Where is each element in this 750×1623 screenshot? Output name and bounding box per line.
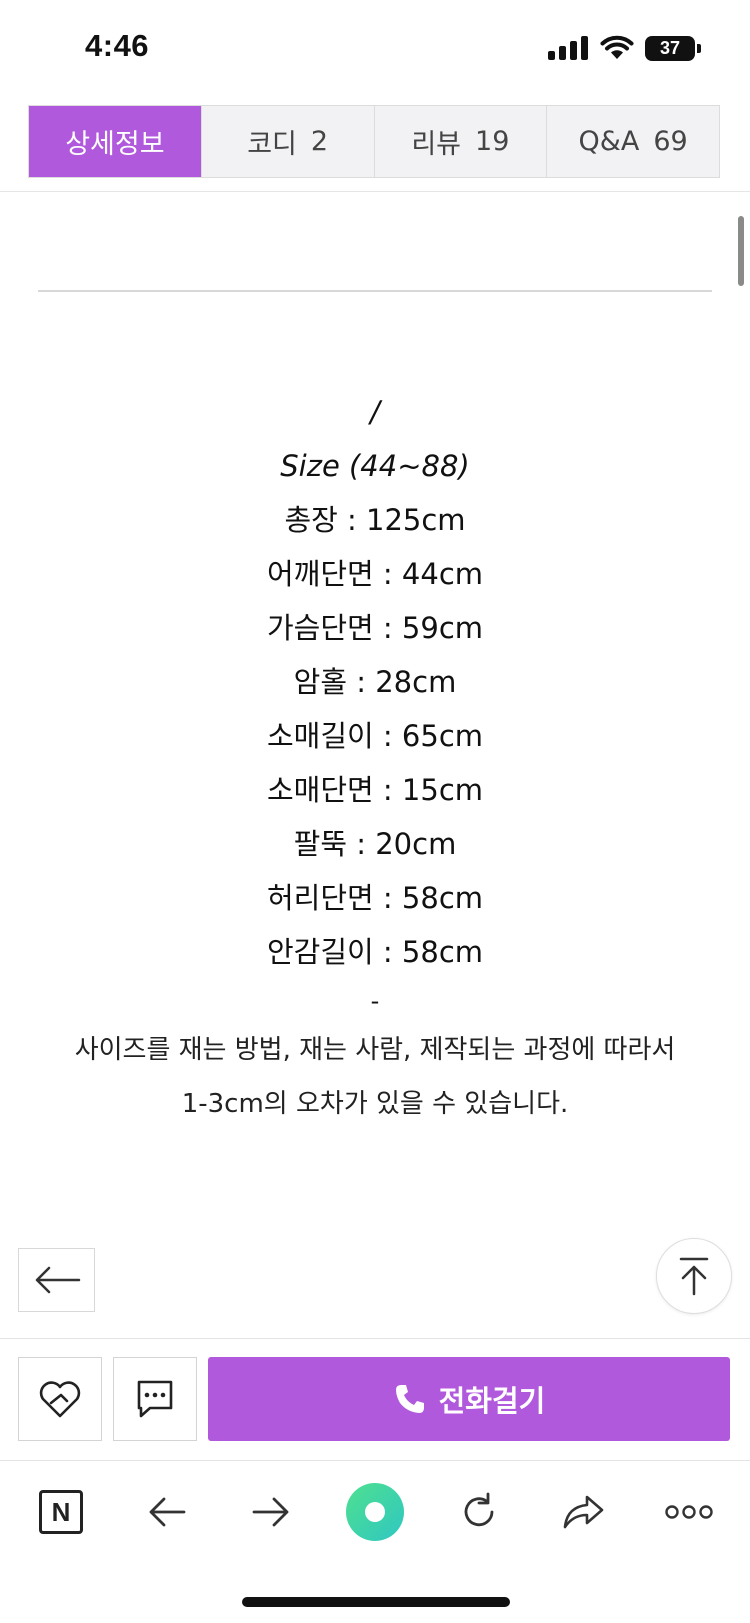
tab-coordi[interactable]: 코디 2 [200, 106, 374, 177]
slash-text: / [370, 395, 380, 429]
status-bar: 4:46 37 [0, 0, 750, 100]
tab-details-label: 상세정보 [65, 129, 165, 160]
refresh-button[interactable] [449, 1482, 509, 1542]
naver-home-button[interactable]: N [31, 1482, 91, 1542]
measurement-shoulder: 어깨단면 : 44cm [266, 557, 484, 591]
tab-reviews-label: 리뷰 [411, 129, 462, 160]
size-heading: Size (44~88) [280, 449, 470, 483]
heart-handshake-icon [39, 1381, 81, 1418]
tab-qna-count: 69 [653, 126, 688, 157]
back-arrow-icon [35, 1266, 80, 1294]
call-button-label: 전화걸기 [438, 1384, 546, 1418]
cellular-signal-icon [548, 36, 588, 60]
green-dot-button[interactable] [345, 1482, 405, 1542]
status-time: 4:46 [85, 28, 150, 63]
measurement-waist: 허리단면 : 58cm [266, 881, 484, 915]
more-icon [665, 1505, 713, 1519]
measurement-upper-arm: 팔뚝 : 20cm [293, 827, 457, 861]
green-dot-icon [346, 1483, 404, 1541]
tab-reviews-count: 19 [475, 126, 510, 157]
measurement-sleeve-width: 소매단면 : 15cm [266, 773, 484, 807]
tab-qna[interactable]: Q&A 69 [546, 106, 719, 177]
measurement-sleeve-length: 소매길이 : 65cm [266, 719, 484, 753]
forward-arrow-icon [252, 1497, 289, 1527]
tab-reviews[interactable]: 리뷰 19 [373, 106, 547, 177]
scrollbar[interactable] [738, 216, 744, 286]
chat-bubble-icon [137, 1380, 173, 1418]
refresh-icon [464, 1492, 494, 1527]
home-indicator[interactable] [242, 1597, 510, 1607]
size-details: / Size (44~88) 총장 : 125cm 어깨단면 : 44cm 가슴… [0, 385, 750, 1131]
browser-forward-button[interactable] [241, 1482, 301, 1542]
naver-n-icon: N [39, 1490, 83, 1534]
chat-button[interactable] [113, 1357, 197, 1441]
tabs-divider [0, 191, 750, 192]
content-divider [38, 290, 712, 292]
battery-icon: 37 [645, 36, 701, 61]
action-bar-divider [0, 1338, 750, 1339]
battery-level: 37 [645, 36, 695, 61]
wifi-icon [600, 34, 634, 60]
dash-separator: - [370, 987, 380, 1015]
back-button[interactable] [18, 1248, 95, 1312]
size-notice-line1: 사이즈를 재는 방법, 재는 사람, 제작되는 과정에 따라서 [74, 1035, 676, 1065]
phone-icon [395, 1385, 424, 1413]
detail-tabs: 상세정보 코디 2 리뷰 19 Q&A 69 [28, 105, 720, 178]
size-notice-line2: 1-3cm의 오차가 있을 수 있습니다. [181, 1089, 569, 1119]
share-icon [563, 1495, 604, 1529]
measurement-total-length: 총장 : 125cm [284, 503, 466, 537]
browser-back-button[interactable] [137, 1482, 197, 1542]
tab-coordi-count: 2 [310, 126, 329, 157]
measurement-chest: 가슴단면 : 59cm [266, 611, 484, 645]
wishlist-button[interactable] [18, 1357, 102, 1441]
measurement-armhole: 암홀 : 28cm [293, 665, 457, 699]
tab-coordi-label: 코디 [247, 129, 297, 160]
scroll-top-button[interactable] [656, 1238, 732, 1314]
tab-qna-label: Q&A [578, 126, 640, 157]
share-button[interactable] [553, 1482, 613, 1542]
scroll-top-icon [679, 1257, 709, 1296]
call-button[interactable]: 전화걸기 [208, 1357, 730, 1441]
measurement-lining-length: 안감길이 : 58cm [266, 935, 484, 969]
tab-details[interactable]: 상세정보 [29, 106, 201, 177]
back-arrow-icon [149, 1497, 186, 1527]
more-button[interactable] [659, 1482, 719, 1542]
